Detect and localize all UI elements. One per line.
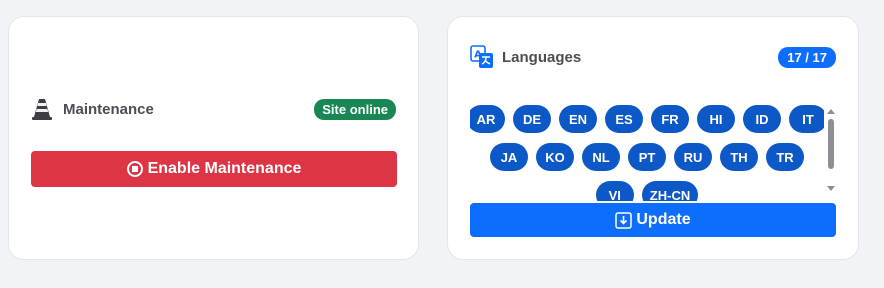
- scroll-up-icon[interactable]: [827, 109, 835, 114]
- scroll-down-icon[interactable]: [827, 186, 835, 191]
- language-chip-row: AR DE EN ES FR HI ID IT: [470, 105, 824, 133]
- maintenance-header: Maintenance Site online: [31, 97, 396, 121]
- language-chip[interactable]: ID: [743, 105, 781, 133]
- stop-circle-icon: [126, 161, 143, 177]
- language-chip[interactable]: TR: [766, 143, 804, 171]
- languages-count-badge: 17 / 17: [778, 46, 836, 68]
- enable-maintenance-button[interactable]: Enable Maintenance: [31, 151, 397, 187]
- language-chip[interactable]: IT: [789, 105, 824, 133]
- language-list-scrollbar[interactable]: [826, 107, 836, 191]
- language-chip[interactable]: PT: [628, 143, 666, 171]
- languages-title-group: A Languages: [470, 45, 581, 69]
- language-chip-row: JA KO NL PT RU TH TR: [470, 143, 824, 171]
- translate-icon: A: [470, 45, 493, 68]
- language-chip[interactable]: VI: [595, 181, 634, 201]
- traffic-cone-icon: [32, 99, 52, 120]
- languages-title: Languages: [502, 48, 582, 66]
- language-chip[interactable]: ES: [605, 105, 643, 133]
- enable-maintenance-label: Enable Maintenance: [147, 160, 302, 177]
- maintenance-title: Maintenance: [63, 100, 154, 118]
- language-chip[interactable]: DE: [513, 105, 551, 133]
- download-icon: [615, 211, 633, 229]
- languages-card: A Languages 17 / 17 AR DE EN ES FR HI ID…: [447, 16, 859, 260]
- language-chip[interactable]: KO: [536, 143, 574, 171]
- language-chip[interactable]: HI: [697, 105, 735, 133]
- language-chip[interactable]: JA: [490, 143, 528, 171]
- language-chip[interactable]: AR: [470, 105, 505, 133]
- scroll-thumb[interactable]: [828, 119, 834, 169]
- update-label: Update: [636, 211, 691, 228]
- maintenance-card: Maintenance Site online Enable Maintenan…: [8, 16, 419, 260]
- language-chip[interactable]: RU: [674, 143, 712, 171]
- language-chip[interactable]: ZH-CN: [641, 181, 699, 201]
- language-chip[interactable]: EN: [559, 105, 597, 133]
- maintenance-title-group: Maintenance: [31, 97, 154, 121]
- site-status-badge: Site online: [314, 98, 396, 120]
- language-chip[interactable]: TH: [720, 143, 758, 171]
- language-chip-row: VI ZH-CN: [470, 181, 824, 201]
- update-button[interactable]: Update: [470, 203, 836, 237]
- language-chip-list: AR DE EN ES FR HI ID IT JA KO NL PT RU T…: [470, 105, 824, 201]
- language-chip[interactable]: NL: [582, 143, 620, 171]
- language-chip[interactable]: FR: [651, 105, 689, 133]
- languages-header: A Languages 17 / 17: [470, 45, 836, 69]
